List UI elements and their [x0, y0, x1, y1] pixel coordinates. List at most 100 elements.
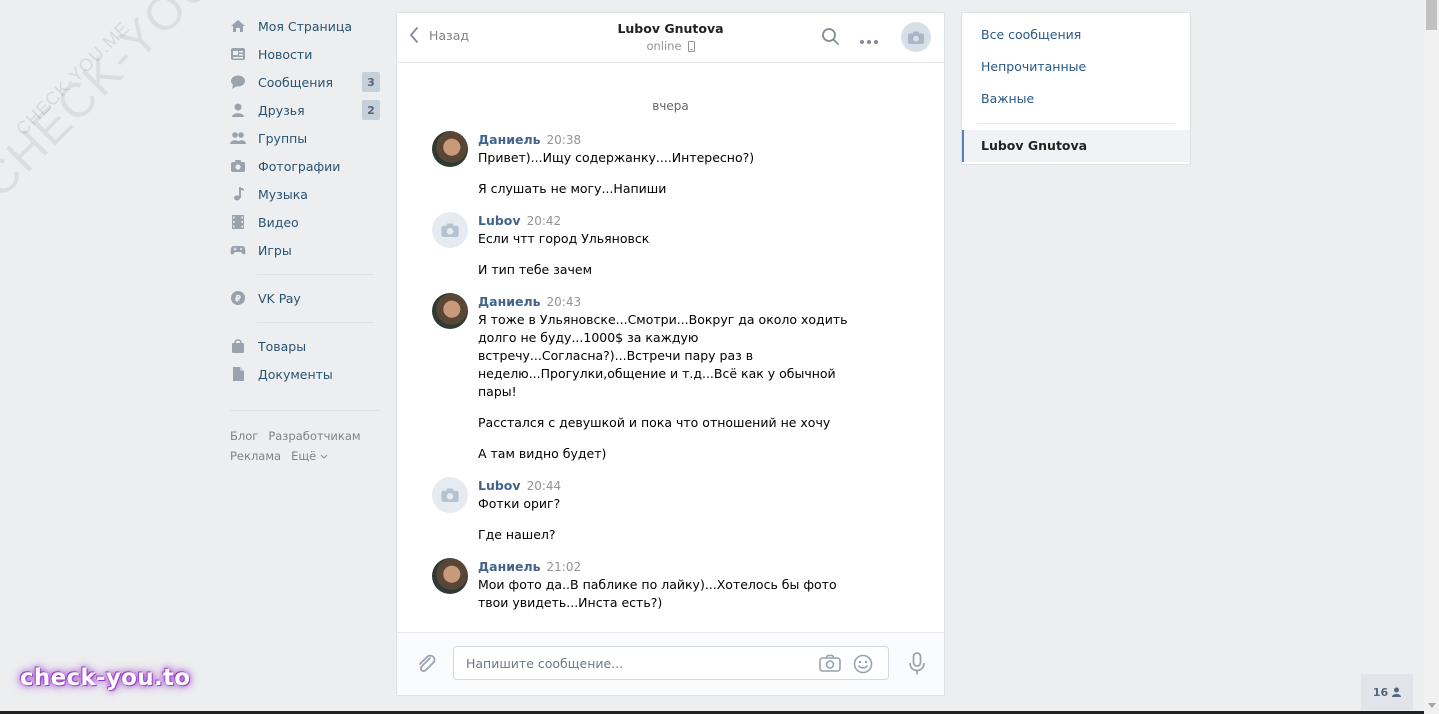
user-icon	[1392, 687, 1402, 697]
goods-icon	[230, 338, 246, 354]
message-author[interactable]: Lubov	[478, 478, 521, 493]
online-count: 16	[1372, 685, 1389, 699]
nav-item-friends[interactable]: Друзья 2	[230, 96, 380, 124]
attach-button[interactable]	[415, 652, 437, 677]
nav-item-photos[interactable]: Фотографии	[230, 152, 380, 180]
video-icon	[230, 214, 246, 230]
nav-item-games[interactable]: Игры	[230, 236, 380, 264]
friends-count-badge: 2	[362, 100, 380, 120]
sender-avatar[interactable]	[432, 131, 468, 167]
message-group: Даниель 21:02 Мои фото да..В паблике по л…	[397, 558, 944, 612]
nav-item-video[interactable]: Видео	[230, 208, 380, 236]
peer-avatar[interactable]	[901, 22, 931, 52]
news-icon	[230, 46, 246, 62]
message-time[interactable]: 20:38	[547, 133, 582, 147]
mobile-icon	[687, 40, 695, 52]
message-filters-panel: Все сообщения Непрочитанные Важные Lubov…	[961, 12, 1191, 165]
nav-item-my-page[interactable]: Моя Страница	[230, 12, 380, 40]
footer-link-ads[interactable]: Реклама	[230, 449, 281, 463]
nav-label: Фотографии	[258, 158, 341, 174]
message-author[interactable]: Даниель	[478, 559, 541, 574]
nav-item-goods[interactable]: Товары	[230, 332, 380, 360]
music-icon	[230, 186, 246, 202]
watermark-logo: check-you.to	[20, 665, 191, 691]
microphone-icon	[909, 652, 925, 675]
paperclip-icon	[419, 654, 436, 672]
message-group: Даниель 20:43 Я тоже в Ульяновске...Смотр…	[397, 293, 944, 463]
search-icon	[822, 28, 839, 45]
message-text: А там видно будет)	[478, 446, 607, 461]
message-time[interactable]: 20:42	[527, 214, 562, 228]
message-composer	[397, 632, 944, 695]
nav-label: Друзья	[258, 102, 305, 118]
emoji-button[interactable]	[853, 654, 873, 677]
more-dots-icon	[860, 40, 878, 44]
nav-label: Музыка	[258, 186, 308, 202]
svg-text:₽: ₽	[235, 295, 241, 305]
message-group: Lubov 20:42 Если чтт город Ульяновск И ти…	[397, 212, 944, 279]
message-text: Привет)...Ищу содержанку....Интересно?)	[478, 150, 755, 165]
sender-avatar[interactable]	[432, 212, 468, 248]
message-history: вчера Даниель 20:38 Привет)...Ищу содержа…	[397, 63, 944, 635]
sender-avatar[interactable]	[432, 558, 468, 594]
nav-item-music[interactable]: Музыка	[230, 180, 380, 208]
chat-header: Назад Lubov Gnutova online	[397, 13, 944, 63]
footer-links: Блог Разработчикам Реклама Ещё	[230, 410, 380, 466]
nav-label: VK Pay	[258, 290, 301, 306]
status-text: online	[646, 39, 682, 53]
sender-avatar[interactable]	[432, 477, 468, 513]
attach-photo-button[interactable]	[819, 654, 841, 675]
online-friends-button[interactable]: 16	[1361, 674, 1413, 710]
nav-label: Группы	[258, 130, 308, 146]
search-button[interactable]	[821, 27, 841, 50]
groups-icon	[230, 130, 246, 146]
camera-icon	[441, 223, 459, 237]
chevron-down-icon	[320, 454, 328, 459]
messages-count-badge: 3	[362, 72, 380, 92]
message-time[interactable]: 20:44	[527, 479, 562, 493]
active-conversation-tab[interactable]: Lubov Gnutova	[962, 130, 1190, 162]
scroll-down-arrow[interactable]	[1428, 703, 1436, 708]
message-text: Если чтт город Ульяновск	[478, 231, 650, 246]
message-text: Где нашел?	[478, 527, 556, 542]
page-scrollbar[interactable]	[1424, 0, 1439, 714]
nav-item-documents[interactable]: Документы	[230, 360, 380, 388]
sender-avatar[interactable]	[432, 293, 468, 329]
message-author[interactable]: Даниель	[478, 132, 541, 147]
footer-link-developers[interactable]: Разработчикам	[268, 429, 360, 443]
nav-divider	[257, 322, 374, 323]
nav-label: Товары	[258, 338, 307, 354]
nav-item-messages[interactable]: Сообщения 3	[230, 68, 380, 96]
more-actions-button[interactable]	[859, 33, 879, 48]
filter-important[interactable]: Важные	[962, 83, 1190, 115]
nav-label: Видео	[258, 214, 299, 230]
message-author[interactable]: Lubov	[478, 213, 521, 228]
nav-item-vk-pay[interactable]: ₽ VK Pay	[230, 284, 380, 312]
footer-link-more[interactable]: Ещё	[291, 449, 328, 463]
voice-message-button[interactable]	[907, 652, 927, 679]
message-input[interactable]	[454, 647, 818, 679]
message-time[interactable]: 21:02	[547, 560, 582, 574]
camera-icon	[441, 488, 459, 502]
nav-label: Игры	[258, 242, 292, 258]
message-text: Расстался с девушкой и пока что отношени…	[478, 415, 831, 430]
watermark-text-small: CHECK-YOU.ME	[12, 17, 134, 140]
nav-label: Новости	[258, 46, 313, 62]
nav-item-groups[interactable]: Группы	[230, 124, 380, 152]
messages-icon	[230, 74, 246, 90]
nav-item-news[interactable]: Новости	[230, 40, 380, 68]
vkpay-icon: ₽	[230, 290, 246, 306]
filter-all-messages[interactable]: Все сообщения	[962, 19, 1190, 51]
filter-unread[interactable]: Непрочитанные	[962, 51, 1190, 83]
message-text: И тип тебе зачем	[478, 262, 593, 277]
chat-window: Назад Lubov Gnutova online вчера Даниель…	[396, 12, 945, 696]
footer-link-blog[interactable]: Блог	[230, 429, 258, 443]
panel-divider	[977, 123, 1175, 124]
scrollbar-thumb[interactable]	[1426, 0, 1437, 30]
camera-icon	[819, 654, 841, 672]
message-input-box	[453, 646, 889, 680]
message-text: Я тоже в Ульяновске...Смотри...Вокруг да…	[478, 312, 848, 399]
nav-label: Моя Страница	[258, 18, 352, 34]
message-author[interactable]: Даниель	[478, 294, 541, 309]
message-time[interactable]: 20:43	[547, 295, 582, 309]
